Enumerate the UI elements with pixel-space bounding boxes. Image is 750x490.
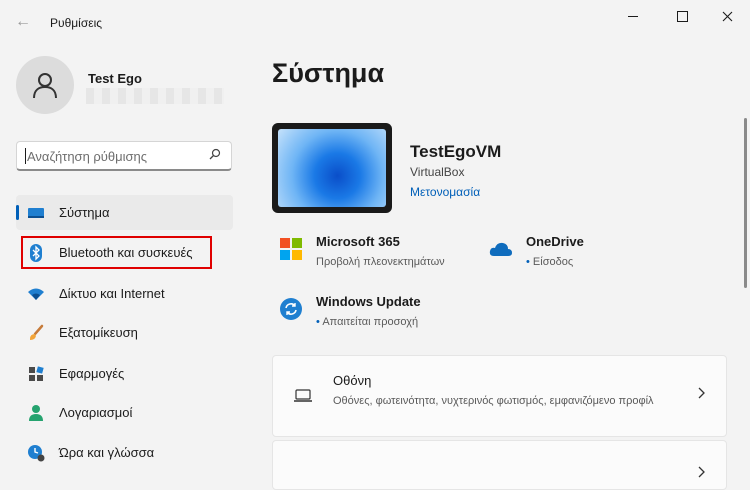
minimize-icon [628, 15, 638, 17]
sidebar-item-personalization[interactable]: Εξατομίκευση [16, 315, 233, 350]
device-name: TestEgoVM [410, 142, 502, 161]
onedrive-icon [489, 240, 512, 262]
title-bar: ← Ρυθμίσεις [0, 0, 750, 44]
status-dot: • [526, 256, 530, 268]
search-icon[interactable] [209, 148, 221, 163]
wifi-icon [27, 285, 45, 303]
tile-subtitle: Προβολή πλεονεκτημάτων [316, 256, 445, 268]
tile-subtitle: • Είσοδος [526, 256, 574, 268]
close-icon [722, 11, 732, 21]
scrollbar[interactable] [744, 118, 747, 288]
windows-update-icon [280, 298, 302, 320]
wallpaper-preview [278, 129, 386, 207]
status-dot: • [316, 316, 320, 328]
sidebar-item-apps[interactable]: Εφαρμογές [16, 356, 233, 391]
search-input[interactable]: Αναζήτηση ρύθμισης [16, 141, 232, 171]
sidebar-item-label: Λογαριασμοί [59, 405, 133, 420]
system-icon [27, 204, 45, 222]
tile-title[interactable]: Windows Update [316, 294, 421, 309]
rename-link[interactable]: Μετονομασία [410, 185, 480, 199]
maximize-icon [676, 10, 688, 22]
sidebar-item-system[interactable]: Σύστημα [16, 195, 233, 230]
tile-subtitle: • Απαιτείται προσοχή [316, 316, 419, 328]
device-image [272, 123, 392, 213]
profile-email-redacted [86, 88, 224, 104]
display-settings-card[interactable]: Οθόνη Οθόνες, φωτεινότητα, νυχτερινός φω… [272, 355, 727, 437]
card-title: Οθόνη [333, 373, 372, 388]
brush-icon [27, 324, 45, 342]
apps-icon [27, 365, 45, 383]
avatar[interactable] [16, 56, 74, 114]
tile-title[interactable]: OneDrive [526, 234, 584, 249]
sidebar-item-label: Σύστημα [59, 205, 110, 220]
maximize-button[interactable] [667, 6, 697, 26]
window-title: Ρυθμίσεις [50, 16, 103, 30]
display-icon [293, 389, 313, 403]
person-icon [27, 404, 45, 422]
sidebar-item-label: Ώρα και γλώσσα [59, 445, 155, 460]
minimize-button[interactable] [618, 6, 648, 26]
sidebar-item-network[interactable]: Δίκτυο και Internet [16, 276, 233, 311]
active-indicator [16, 205, 19, 220]
sidebar-item-time-language[interactable]: Ώρα και γλώσσα [16, 435, 233, 470]
sidebar-item-label: Εφαρμογές [59, 366, 125, 381]
search-placeholder: Αναζήτηση ρύθμισης [27, 149, 148, 164]
microsoft-365-icon [280, 238, 302, 260]
device-model: VirtualBox [410, 165, 465, 179]
tile-title[interactable]: Microsoft 365 [316, 234, 400, 249]
sidebar-item-label: Δίκτυο και Internet [59, 286, 165, 301]
chevron-right-icon [698, 386, 706, 403]
back-arrow-icon[interactable]: ← [14, 13, 32, 31]
profile-name: Test Ego [88, 71, 142, 86]
sidebar-item-accounts[interactable]: Λογαριασμοί [16, 395, 233, 430]
card-description: Οθόνες, φωτεινότητα, νυχτερινός φωτισμός… [333, 395, 654, 407]
text-caret [25, 148, 26, 164]
highlight-box [21, 236, 212, 269]
time-language-icon [27, 444, 45, 462]
person-icon [33, 73, 57, 99]
sidebar-item-label: Εξατομίκευση [59, 325, 138, 340]
close-button[interactable] [712, 6, 742, 26]
next-settings-card[interactable] [272, 440, 727, 490]
page-title: Σύστημα [272, 58, 385, 88]
